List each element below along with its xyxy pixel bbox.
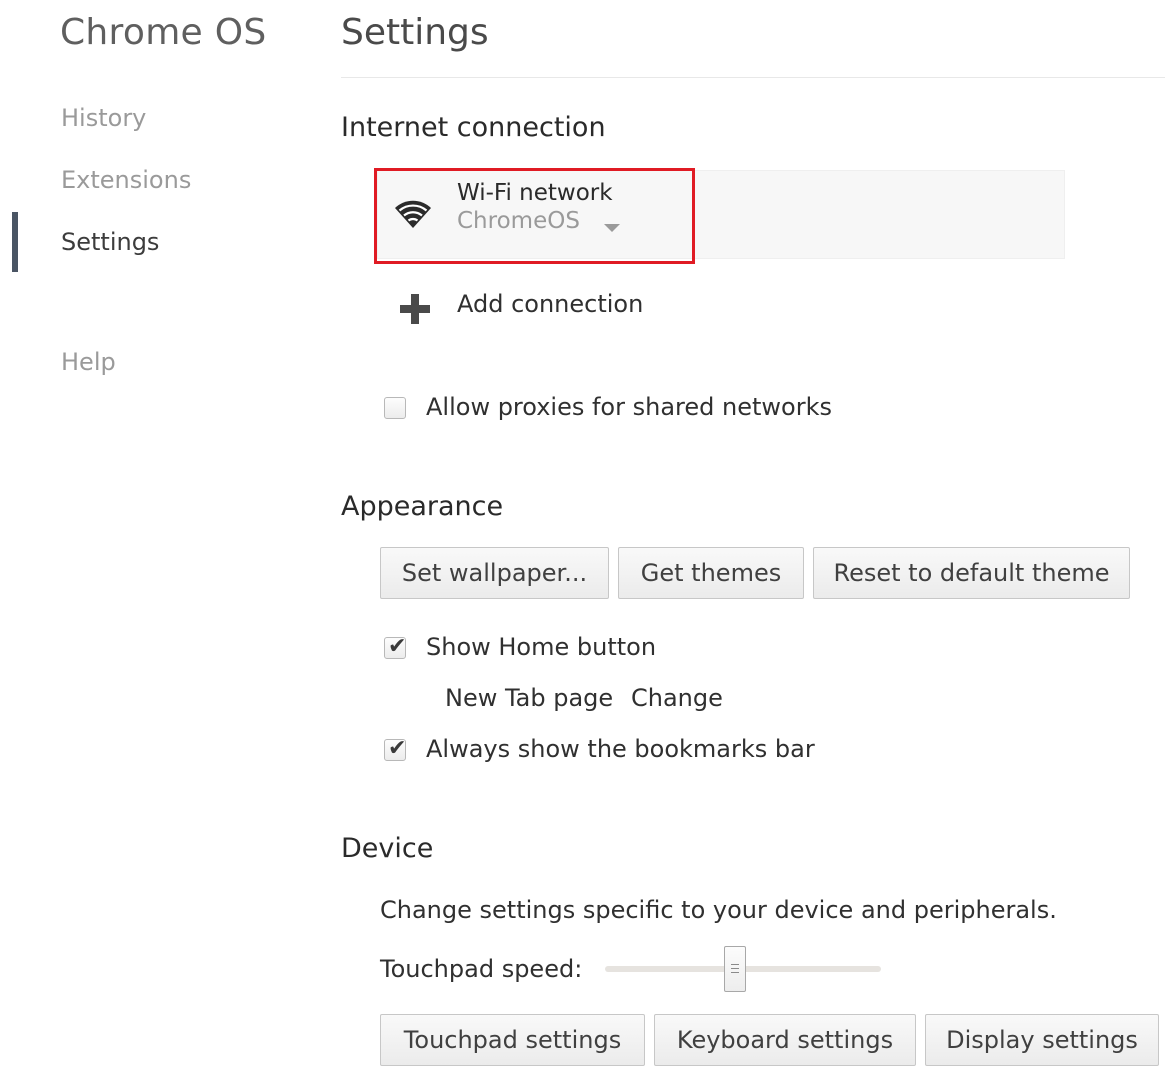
add-connection-label: Add connection <box>457 290 644 318</box>
keyboard-settings-button[interactable]: Keyboard settings <box>654 1014 916 1066</box>
plus-icon <box>400 294 430 324</box>
checkmark-icon: ✔ <box>388 634 407 659</box>
change-home-page-link[interactable]: Change <box>631 684 723 712</box>
touchpad-settings-button[interactable]: Touchpad settings <box>380 1014 645 1066</box>
new-tab-page-label: New Tab page <box>445 684 614 712</box>
header-divider <box>341 77 1165 78</box>
touchpad-speed-slider-thumb[interactable] <box>723 946 746 992</box>
bookmarks-bar-checkbox[interactable]: ✔ <box>384 736 407 761</box>
checkmark-icon: ✔ <box>388 736 407 761</box>
touchpad-speed-label: Touchpad speed: <box>380 955 583 983</box>
page-title: Settings <box>341 12 489 53</box>
device-description: Change settings specific to your device … <box>380 896 1057 924</box>
add-connection-button[interactable]: Add connection <box>400 290 700 330</box>
sidebar-item-extensions[interactable]: Extensions <box>61 166 191 194</box>
get-themes-button[interactable]: Get themes <box>618 547 804 599</box>
bookmarks-bar-label: Always show the bookmarks bar <box>426 735 815 763</box>
allow-proxies-checkbox[interactable] <box>384 397 406 419</box>
set-wallpaper-button[interactable]: Set wallpaper... <box>380 547 609 599</box>
display-settings-button[interactable]: Display settings <box>925 1014 1159 1066</box>
show-home-button-checkbox[interactable]: ✔ <box>384 634 407 659</box>
app-brand: Chrome OS <box>60 12 267 53</box>
section-title-internet: Internet connection <box>341 112 606 143</box>
sidebar-item-settings[interactable]: Settings <box>61 228 159 256</box>
sidebar-item-help[interactable]: Help <box>61 348 116 376</box>
section-title-appearance: Appearance <box>341 491 504 522</box>
section-title-device: Device <box>341 833 434 864</box>
active-nav-indicator <box>12 212 18 272</box>
reset-theme-button[interactable]: Reset to default theme <box>813 547 1130 599</box>
sidebar-item-history[interactable]: History <box>61 104 146 132</box>
allow-proxies-label: Allow proxies for shared networks <box>426 393 832 421</box>
show-home-button-label: Show Home button <box>426 633 657 661</box>
network-highlight-box <box>374 168 695 264</box>
